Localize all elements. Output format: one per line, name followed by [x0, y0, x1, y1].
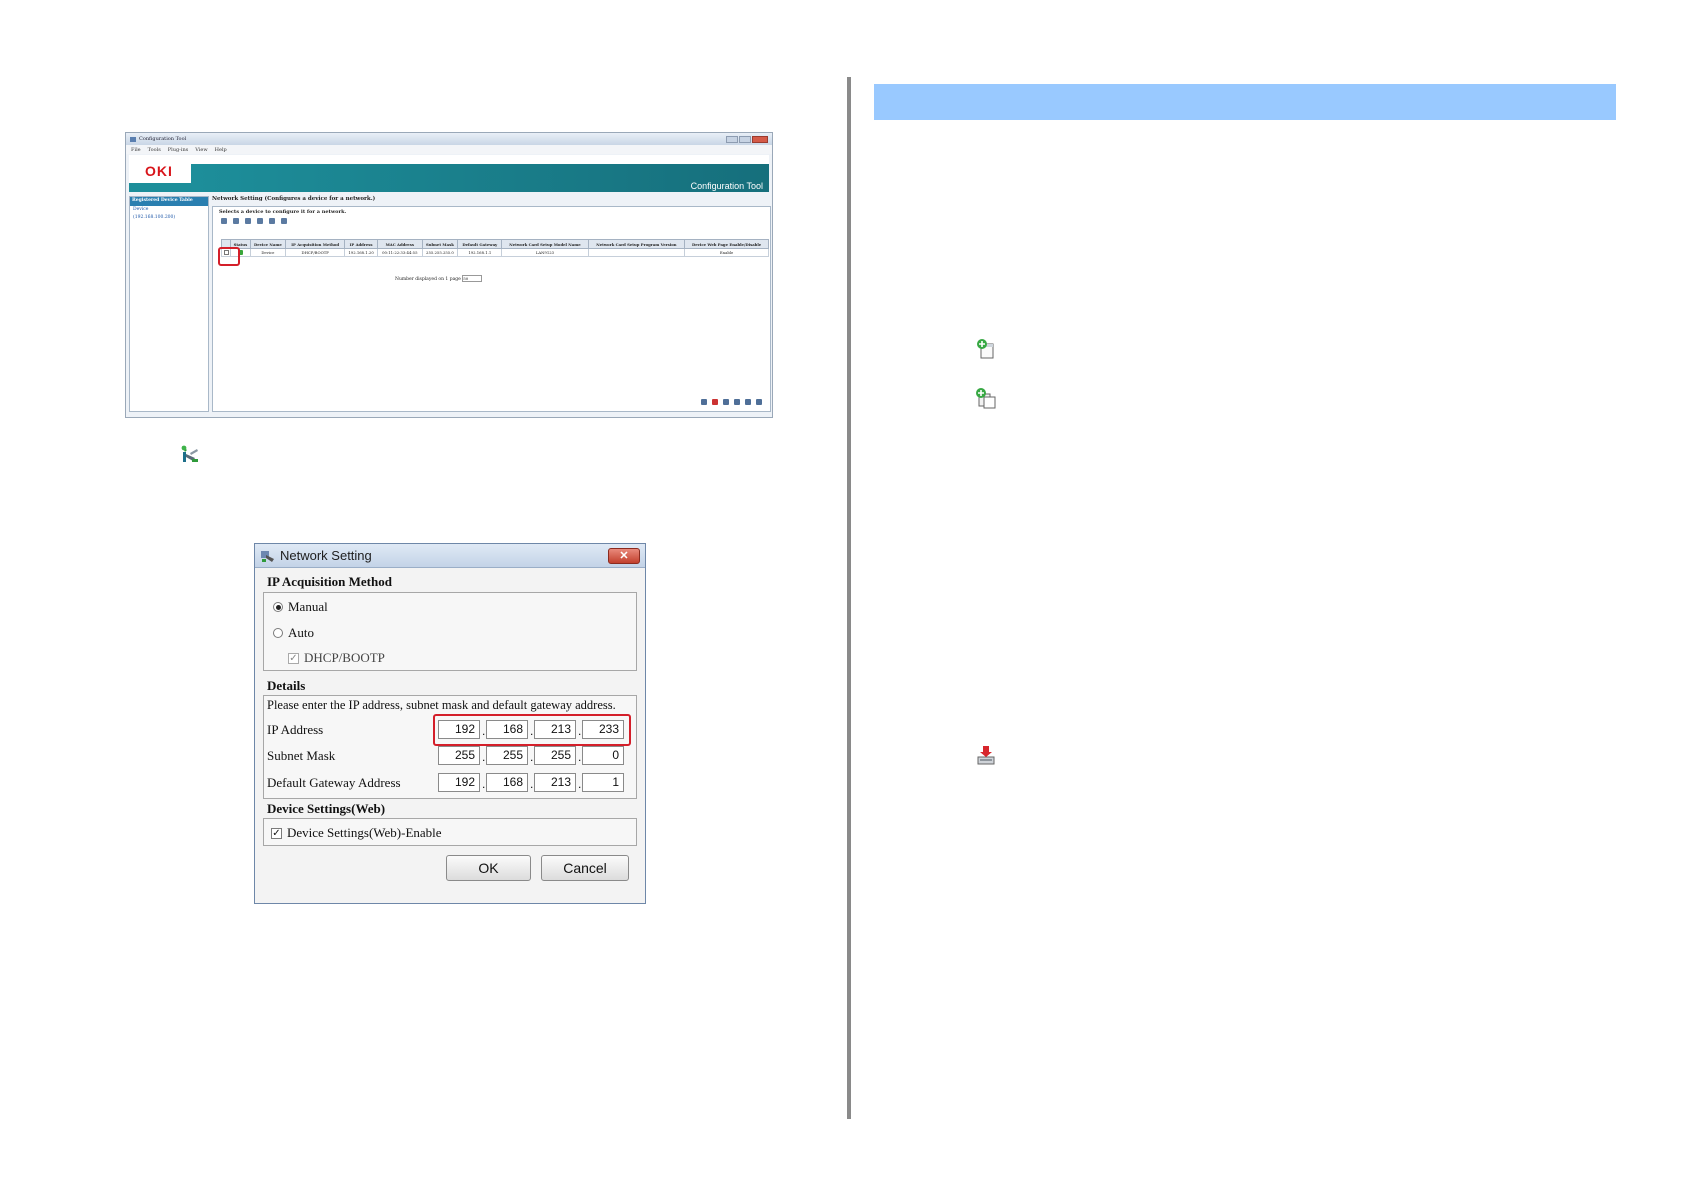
device-table: Status Device Name IP Acquisition Method… [220, 239, 769, 257]
export-icon[interactable] [269, 218, 275, 224]
web-group-label: Device Settings(Web) [267, 801, 386, 816]
network-setting-icon [261, 550, 274, 562]
menu-bar: File Tools Plug-ins View Help [126, 145, 772, 154]
close-button[interactable]: ✕ [608, 547, 640, 564]
window-titlebar: Configuration Tool [126, 133, 772, 145]
banner-title: Configuration Tool [690, 181, 763, 191]
ip-method-label: IP Acquisition Method [267, 574, 392, 589]
scissors-icon[interactable] [233, 218, 239, 224]
gateway-octet-4[interactable]: 1 [582, 773, 624, 792]
search-icon[interactable] [701, 399, 707, 405]
download-icon [977, 746, 995, 765]
page-divider [847, 77, 851, 1119]
configuration-tool-screenshot: Configuration Tool File Tools Plug-ins V… [125, 132, 773, 418]
grid-icon[interactable] [257, 218, 263, 224]
import-icon[interactable] [281, 218, 287, 224]
scissors-icon[interactable] [712, 399, 718, 405]
app-banner: OKI Configuration Tool [129, 155, 769, 192]
details-note: Please enter the IP address, subnet mask… [267, 698, 616, 712]
section-heading-band [874, 84, 1616, 120]
auto-label: Auto [288, 625, 314, 640]
gateway-label: Default Gateway Address [267, 775, 401, 790]
oki-logo: OKI [145, 163, 173, 179]
details-label: Details [267, 678, 306, 693]
add-multiple-devices-icon [976, 388, 996, 409]
manual-radio[interactable] [273, 602, 283, 612]
search-icon[interactable] [221, 218, 227, 224]
network-setting-icon[interactable] [245, 218, 251, 224]
add-device-icon [977, 339, 994, 359]
sidebar-item-device-ip[interactable]: (192.168.100.200) [130, 214, 208, 222]
sidebar-item-device[interactable]: Device [130, 206, 208, 214]
subnet-mask-octet-2[interactable]: 255 [486, 746, 528, 765]
web-enable-checkbox[interactable]: ✓ [271, 827, 282, 839]
export-icon[interactable] [745, 399, 751, 405]
network-setting-icon[interactable] [723, 399, 729, 405]
gateway-octet-3[interactable]: 213 [534, 773, 576, 792]
import-icon[interactable] [756, 399, 762, 405]
network-setting-icon [181, 445, 198, 462]
menu-file[interactable]: File [131, 147, 141, 153]
dialog-titlebar: Network Setting ✕ [255, 544, 645, 568]
subnet-mask-label: Subnet Mask [267, 748, 336, 763]
network-setting-panel: Network Setting (Configures a device for… [212, 196, 771, 412]
subnet-mask-octet-3[interactable]: 255 [534, 746, 576, 765]
web-enable-label: Device Settings(Web)-Enable [287, 825, 442, 840]
gateway-octet-1[interactable]: 192 [438, 773, 480, 792]
network-setting-dialog: Network Setting ✕ IP Acquisition Method … [254, 543, 646, 904]
cancel-button[interactable]: Cancel [541, 855, 629, 881]
subnet-mask-octet-1[interactable]: 255 [438, 746, 480, 765]
minimize-button[interactable] [726, 135, 738, 143]
menu-help[interactable]: Help [215, 147, 227, 153]
pager: Number displayed on 1 page 50 [395, 275, 483, 282]
ip-address-highlight [433, 714, 631, 746]
auto-radio[interactable] [273, 628, 283, 638]
dhcp-checkbox: ✓ [288, 652, 299, 664]
ok-button[interactable]: OK [446, 855, 531, 881]
pager-label: Number displayed on 1 page [395, 277, 461, 282]
menu-view[interactable]: View [195, 147, 207, 153]
maximize-button[interactable] [739, 135, 751, 143]
device-sidebar: Registered Device Table Device (192.168.… [129, 196, 209, 412]
manual-label: Manual [288, 599, 328, 614]
table-row[interactable]: Device DHCP/BOOTP 192.168.1.20 00:11:22:… [220, 248, 769, 257]
window-title: Configuration Tool [139, 136, 187, 142]
gateway-octet-2[interactable]: 168 [486, 773, 528, 792]
menu-plugins[interactable]: Plug-ins [168, 147, 188, 153]
subnet-mask-octet-4[interactable]: 0 [582, 746, 624, 765]
app-icon [130, 136, 136, 142]
auto-option[interactable]: Auto [273, 625, 314, 641]
close-button[interactable] [752, 135, 768, 143]
pager-select[interactable]: 50 [462, 275, 483, 282]
dhcp-option: ✓ DHCP/BOOTP [288, 650, 385, 666]
ip-address-label: IP Address [267, 722, 324, 737]
panel-instruction: Selects a device to configure it for a n… [219, 209, 347, 215]
grid-icon[interactable] [734, 399, 740, 405]
dialog-title: Network Setting [280, 548, 372, 563]
checkbox-highlight [218, 247, 240, 266]
menu-tools[interactable]: Tools [148, 147, 161, 153]
table-header-row: Status Device Name IP Acquisition Method… [220, 239, 769, 249]
panel-title: Network Setting (Configures a device for… [212, 196, 376, 202]
sidebar-heading: Registered Device Table [130, 197, 208, 206]
toolbar [213, 217, 770, 225]
manual-option[interactable]: Manual [273, 599, 328, 615]
dhcp-label: DHCP/BOOTP [304, 650, 385, 665]
bottom-toolbar [701, 399, 762, 405]
web-enable-option[interactable]: ✓ Device Settings(Web)-Enable [271, 825, 442, 841]
